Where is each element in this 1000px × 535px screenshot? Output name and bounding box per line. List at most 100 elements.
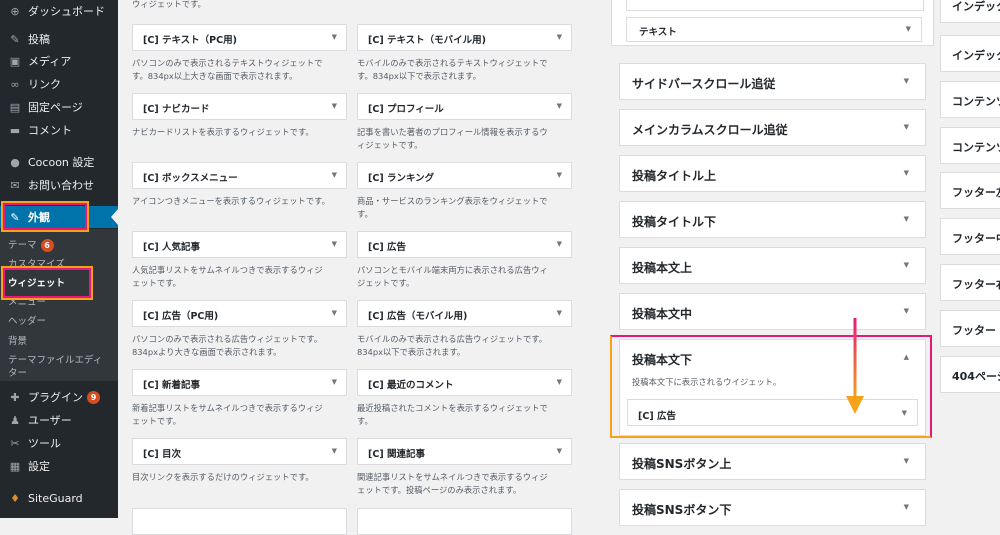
widget-new-posts[interactable]: [C] 新着記事 ▼ — [132, 369, 347, 396]
chevron-down-icon[interactable]: ▼ — [904, 123, 909, 131]
widget-partial[interactable] — [357, 508, 572, 535]
dashboard-icon: ⊕ — [10, 4, 20, 18]
cocoon-icon: ● — [10, 155, 20, 169]
submenu-header[interactable]: ヘッダー — [8, 313, 46, 327]
chevron-down-icon[interactable]: ▼ — [904, 77, 909, 85]
area-description: 投稿本文下に表示されるウイジェット。 — [632, 377, 782, 387]
area-title: 投稿本文下 — [632, 353, 693, 367]
pin-icon: ✎ — [10, 32, 20, 46]
submenu-widgets[interactable]: ウィジェット — [8, 275, 65, 289]
widget-popular[interactable]: [C] 人気記事 ▼ — [132, 231, 347, 258]
chevron-down-icon[interactable]: ▼ — [902, 409, 907, 417]
user-icon: ♟ — [10, 413, 20, 427]
menu-settings[interactable]: ▦ 設定 — [0, 455, 118, 477]
chevron-down-icon[interactable]: ▼ — [904, 457, 909, 465]
submenu-customize[interactable]: カスタマイズ — [8, 256, 65, 270]
area-content-2[interactable]: コンテンツ — [940, 127, 1000, 164]
chevron-down-icon[interactable]: ▼ — [332, 240, 337, 248]
widget-toc[interactable]: [C] 目次 ▼ — [132, 438, 347, 465]
chevron-down-icon[interactable]: ▼ — [332, 309, 337, 317]
area-content-1[interactable]: コンテンツ — [940, 81, 1000, 118]
menu-cocoon-settings[interactable]: ● Cocoon 設定 — [0, 151, 118, 173]
menu-posts[interactable]: ✎ 投稿 — [0, 28, 118, 50]
widget-profile[interactable]: [C] プロフィール ▼ — [357, 93, 572, 120]
area-body-middle[interactable]: 投稿本文中 ▼ — [619, 293, 926, 330]
submenu-menus[interactable]: メニュー — [8, 294, 46, 308]
widget-desc: 記事を書いた著者のプロフィール情報を表示するウ ィジェットです。 — [357, 127, 548, 150]
area-title-above[interactable]: 投稿タイトル上 ▼ — [619, 155, 926, 192]
chevron-down-icon[interactable]: ▼ — [557, 171, 562, 179]
area-title-below[interactable]: 投稿タイトル下 ▼ — [619, 201, 926, 238]
chevron-down-icon[interactable]: ▼ — [557, 309, 562, 317]
chevron-down-icon[interactable]: ▼ — [557, 378, 562, 386]
chevron-down-icon[interactable]: ▼ — [557, 240, 562, 248]
submenu-themes[interactable]: テーマ 6 — [8, 237, 54, 252]
chevron-down-icon[interactable]: ▼ — [904, 503, 909, 511]
inner-widget-ad[interactable]: [C] 広告 ▼ — [627, 399, 918, 426]
area-footer-center[interactable]: フッター中 — [940, 218, 1000, 255]
widget-ranking[interactable]: [C] ランキング ▼ — [357, 162, 572, 189]
menu-siteguard[interactable]: ♦ SiteGuard — [0, 487, 118, 509]
menu-media[interactable]: ▣ メディア — [0, 50, 118, 72]
area-body-above[interactable]: 投稿本文上 ▼ — [619, 247, 926, 284]
plugin-update-badge: 9 — [87, 390, 100, 404]
chevron-down-icon[interactable]: ▼ — [332, 171, 337, 179]
widget-text-mobile[interactable]: [C] テキスト（モバイル用) ▼ — [357, 24, 572, 51]
inner-widget-top[interactable] — [626, 0, 924, 11]
menu-plugins[interactable]: ✚ プラグイン 9 — [0, 386, 118, 408]
chevron-down-icon[interactable]: ▼ — [557, 33, 562, 41]
chevron-down-icon[interactable]: ▼ — [904, 307, 909, 315]
menu-contact[interactable]: ✉ お問い合わせ — [0, 174, 118, 196]
chevron-down-icon[interactable]: ▼ — [904, 261, 909, 269]
menu-tools[interactable]: ✂ ツール — [0, 432, 118, 454]
widget-partial[interactable] — [132, 508, 347, 535]
chevron-down-icon[interactable]: ▼ — [332, 447, 337, 455]
page-icon: ▤ — [9, 100, 21, 114]
area-sns-below[interactable]: 投稿SNSボタン下 ▼ — [619, 489, 926, 526]
widget-ad-mobile[interactable]: [C] 広告（モバイル用) ▼ — [357, 300, 572, 327]
area-sidebar-scroll[interactable]: サイドバースクロール追従 ▼ — [619, 63, 926, 100]
widget-ad-pc[interactable]: [C] 広告（PC用) ▼ — [132, 300, 347, 327]
chevron-down-icon[interactable]: ▼ — [332, 378, 337, 386]
chevron-down-icon[interactable]: ▼ — [904, 169, 909, 177]
widget-ad[interactable]: [C] 広告 ▼ — [357, 231, 572, 258]
area-footer[interactable]: フッター — [940, 310, 1000, 347]
chevron-down-icon[interactable]: ▼ — [904, 215, 909, 223]
area-index-2[interactable]: インデック — [940, 35, 1000, 72]
area-main-scroll[interactable]: メインカラムスクロール追従 ▼ — [619, 109, 926, 146]
chevron-down-icon[interactable]: ▼ — [332, 102, 337, 110]
widget-desc: パソコンとモバイル端末両方に表示される広告ウィ ジェットです。 — [357, 265, 548, 288]
chevron-up-icon[interactable]: ▲ — [904, 353, 909, 361]
menu-links[interactable]: ∞ リンク — [0, 73, 118, 95]
widget-desc: パソコンのみで表示されるテキストウィジェットで す。834px以上大きな画面で表示… — [132, 58, 323, 81]
chevron-down-icon[interactable]: ▼ — [332, 33, 337, 41]
area-body-below: 投稿本文下 ▲ 投稿本文下に表示されるウイジェット。 [C] 広告 ▼ — [619, 339, 926, 436]
widget-recent-comments[interactable]: [C] 最近のコメント ▼ — [357, 369, 572, 396]
area-footer-left[interactable]: フッター左 — [940, 172, 1000, 209]
widget-text-pc[interactable]: [C] テキスト（PC用) ▼ — [132, 24, 347, 51]
menu-dashboard[interactable]: ⊕ ダッシュボード — [0, 0, 118, 22]
inner-widget-text[interactable]: テキスト ▼ — [626, 17, 922, 42]
chevron-down-icon[interactable]: ▼ — [557, 447, 562, 455]
area-index-1[interactable]: インデック — [940, 0, 1000, 23]
area-footer-right[interactable]: フッター右 — [940, 264, 1000, 301]
widget-desc: 関連記事リストをサムネイルつきで表示するウィジ ェットです。投稿ページのみ表示され… — [357, 472, 548, 495]
widget-desc: アイコンつきメニューを表示するウィジェットです。 — [132, 196, 330, 206]
menu-users[interactable]: ♟ ユーザー — [0, 409, 118, 431]
area-404[interactable]: 404ページ — [940, 356, 1000, 393]
chevron-down-icon[interactable]: ▼ — [557, 102, 562, 110]
menu-appearance[interactable]: ✎ 外観 — [0, 206, 118, 228]
widget-desc: モバイルのみで表示されるテキストウィジェットで す。834px以下で表示されます。 — [357, 58, 548, 81]
link-icon: ∞ — [10, 77, 20, 91]
settings-icon: ▦ — [9, 459, 21, 473]
submenu-background[interactable]: 背景 — [8, 333, 27, 347]
widget-navicard[interactable]: [C] ナビカード ▼ — [132, 93, 347, 120]
widget-related[interactable]: [C] 関連記事 ▼ — [357, 438, 572, 465]
menu-comments[interactable]: ▬ コメント — [0, 119, 118, 141]
menu-pages[interactable]: ▤ 固定ページ — [0, 96, 118, 118]
area-sns-above[interactable]: 投稿SNSボタン上 ▼ — [619, 443, 926, 480]
submenu-theme-editor[interactable]: テーマファイルエディ — [8, 352, 102, 366]
widget-box-menu[interactable]: [C] ボックスメニュー ▼ — [132, 162, 347, 189]
widget-desc: モバイルのみで表示される広告ウィジェットです。 834px以下で表示されます。 — [357, 334, 548, 357]
widget-desc-top-a: ウィジェットです。 — [132, 0, 206, 9]
